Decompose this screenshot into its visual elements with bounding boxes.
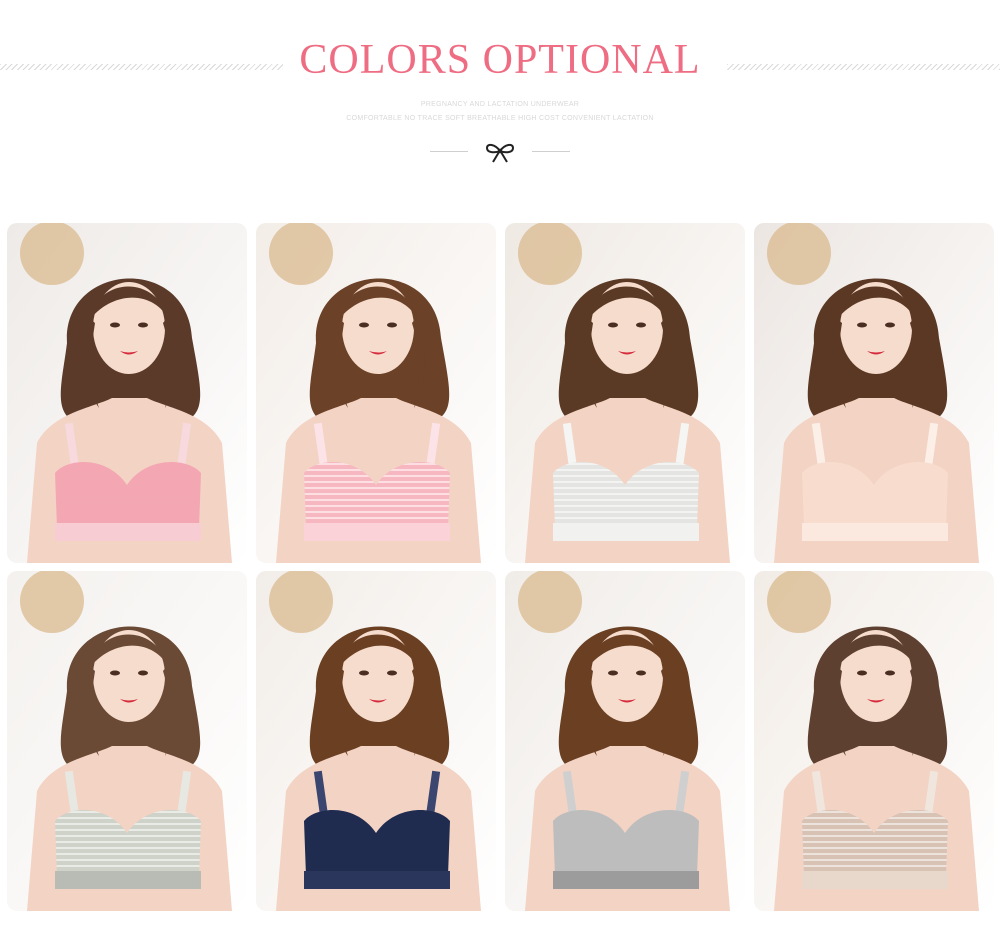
product-photo-grey-melange[interactable] — [505, 571, 745, 911]
photo-illustration — [754, 571, 994, 911]
photo-illustration — [505, 571, 745, 911]
photo-illustration — [754, 223, 994, 563]
divider-line-right — [532, 151, 570, 152]
bow-divider — [430, 140, 570, 164]
product-photo-nude[interactable] — [754, 223, 994, 563]
subtitle-line-2: COMFORTABLE NO TRACE SOFT BREATHABLE HIG… — [346, 115, 654, 122]
photo-illustration — [7, 571, 247, 911]
subtitle-line-1: PREGNANCY AND LACTATION UNDERWEAR — [420, 101, 580, 108]
divider-line-left — [430, 151, 468, 152]
photo-illustration — [256, 571, 496, 911]
bow-icon — [485, 143, 515, 163]
product-photo-pink-melange[interactable] — [7, 223, 247, 563]
product-photo-pink-stripe[interactable] — [256, 223, 496, 563]
section-title: COLORS OPTIONAL — [299, 37, 701, 83]
product-photo-navy[interactable] — [256, 571, 496, 911]
photo-illustration — [505, 223, 745, 563]
product-photo-green-grey-stripe[interactable] — [7, 571, 247, 911]
product-photo-grey-stripe[interactable] — [505, 223, 745, 563]
photo-illustration — [7, 223, 247, 563]
header: COLORS OPTIONAL PREGNANCY AND LACTATION … — [0, 0, 1000, 200]
photo-illustration — [256, 223, 496, 563]
product-photo-khaki-stripe[interactable] — [754, 571, 994, 911]
